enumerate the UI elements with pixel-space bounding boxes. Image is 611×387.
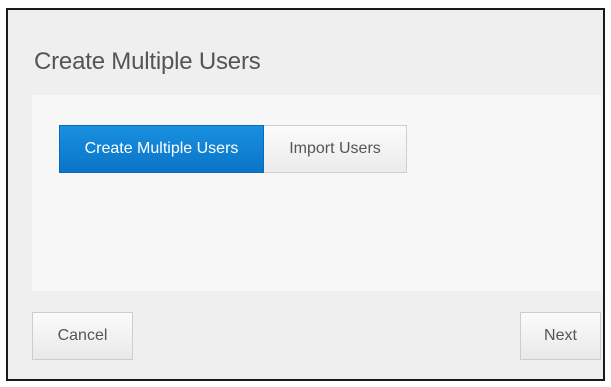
user-creation-mode-tabs: Create Multiple Users Import Users: [59, 125, 407, 173]
create-multiple-users-dialog: Create Multiple Users Create Multiple Us…: [6, 8, 605, 381]
cancel-button[interactable]: Cancel: [32, 312, 133, 360]
next-button[interactable]: Next: [520, 312, 601, 360]
dialog-title: Create Multiple Users: [34, 48, 261, 75]
dialog-content-panel: Create Multiple Users Import Users: [32, 95, 601, 291]
tab-import-users[interactable]: Import Users: [264, 125, 407, 173]
tab-create-multiple-users[interactable]: Create Multiple Users: [59, 125, 264, 173]
page-caption-strip: [0, 0, 611, 8]
